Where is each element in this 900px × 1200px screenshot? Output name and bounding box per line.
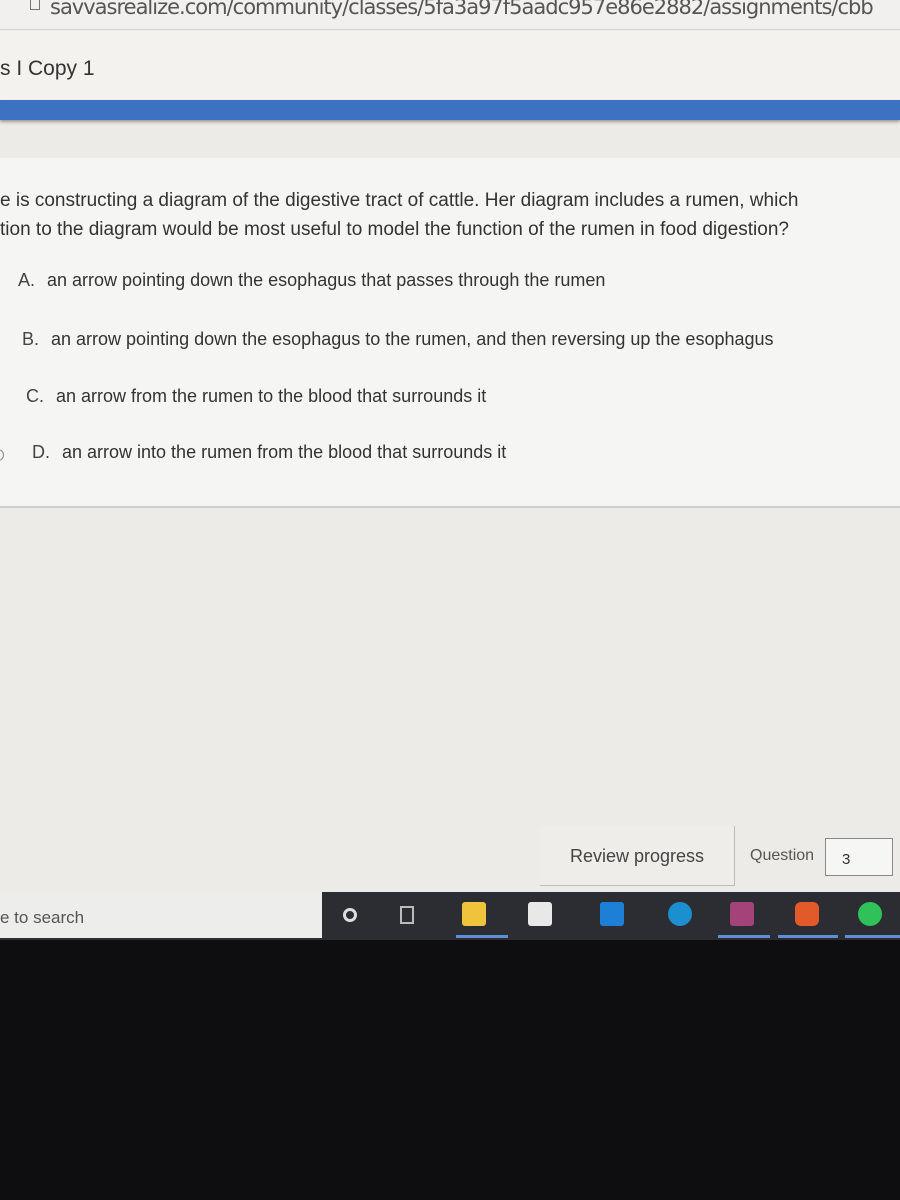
accent-bar (0, 100, 900, 120)
running-indicator (456, 935, 508, 938)
screen: savvasrealize.com/community/classes/5fa3… (0, 0, 900, 892)
option-letter: C. (26, 386, 44, 406)
assignment-header: s I Copy 1 (0, 31, 900, 101)
file-explorer-icon[interactable] (462, 902, 486, 926)
address-bar[interactable]: savvasrealize.com/community/classes/5fa3… (0, 0, 900, 30)
brave-icon[interactable] (795, 902, 819, 926)
radio-button[interactable] (0, 449, 4, 461)
question-panel: e is constructing a diagram of the diges… (0, 158, 900, 508)
option-a[interactable]: A. an arrow pointing down the esophagus t… (18, 270, 605, 291)
cortana-icon[interactable] (343, 908, 357, 922)
running-indicator (845, 935, 900, 938)
taskbar-search[interactable]: e to search (0, 892, 322, 938)
option-text: an arrow into the rumen from the blood t… (62, 442, 507, 462)
option-text: an arrow pointing down the esophagus to … (51, 329, 774, 349)
spotify-icon[interactable] (858, 902, 882, 926)
option-d[interactable]: D. an arrow into the rumen from the blood… (32, 442, 506, 463)
option-letter: B. (22, 329, 40, 349)
option-text: an arrow pointing down the esophagus tha… (47, 270, 606, 290)
running-indicator (778, 935, 838, 938)
mail-icon[interactable] (600, 902, 624, 926)
question-line-1: e is constructing a diagram of the diges… (0, 190, 799, 211)
task-view-icon[interactable] (400, 906, 414, 924)
option-letter: D. (32, 442, 50, 462)
option-text: an arrow from the rumen to the blood tha… (56, 386, 487, 406)
question-number-input[interactable]: 3 (825, 838, 893, 876)
question-line-2: tion to the diagram would be most useful… (0, 219, 789, 240)
question-text: e is constructing a diagram of the diges… (0, 186, 900, 244)
url-text: savvasrealize.com/community/classes/5fa3… (50, 0, 874, 19)
running-indicator (718, 935, 770, 938)
winrar-icon[interactable] (730, 902, 754, 926)
review-progress-button[interactable]: Review progress (540, 826, 735, 886)
assignment-title: s I Copy 1 (0, 57, 95, 80)
option-b[interactable]: B. an arrow pointing down the esophagus t… (22, 329, 774, 350)
lock-icon (30, 0, 40, 10)
store-icon[interactable] (528, 902, 552, 926)
edge-icon[interactable] (668, 902, 692, 926)
option-letter: A. (18, 270, 36, 290)
taskbar: e to search (0, 892, 900, 940)
option-c[interactable]: C. an arrow from the rumen to the blood t… (26, 386, 486, 407)
question-label: Question (750, 847, 815, 864)
